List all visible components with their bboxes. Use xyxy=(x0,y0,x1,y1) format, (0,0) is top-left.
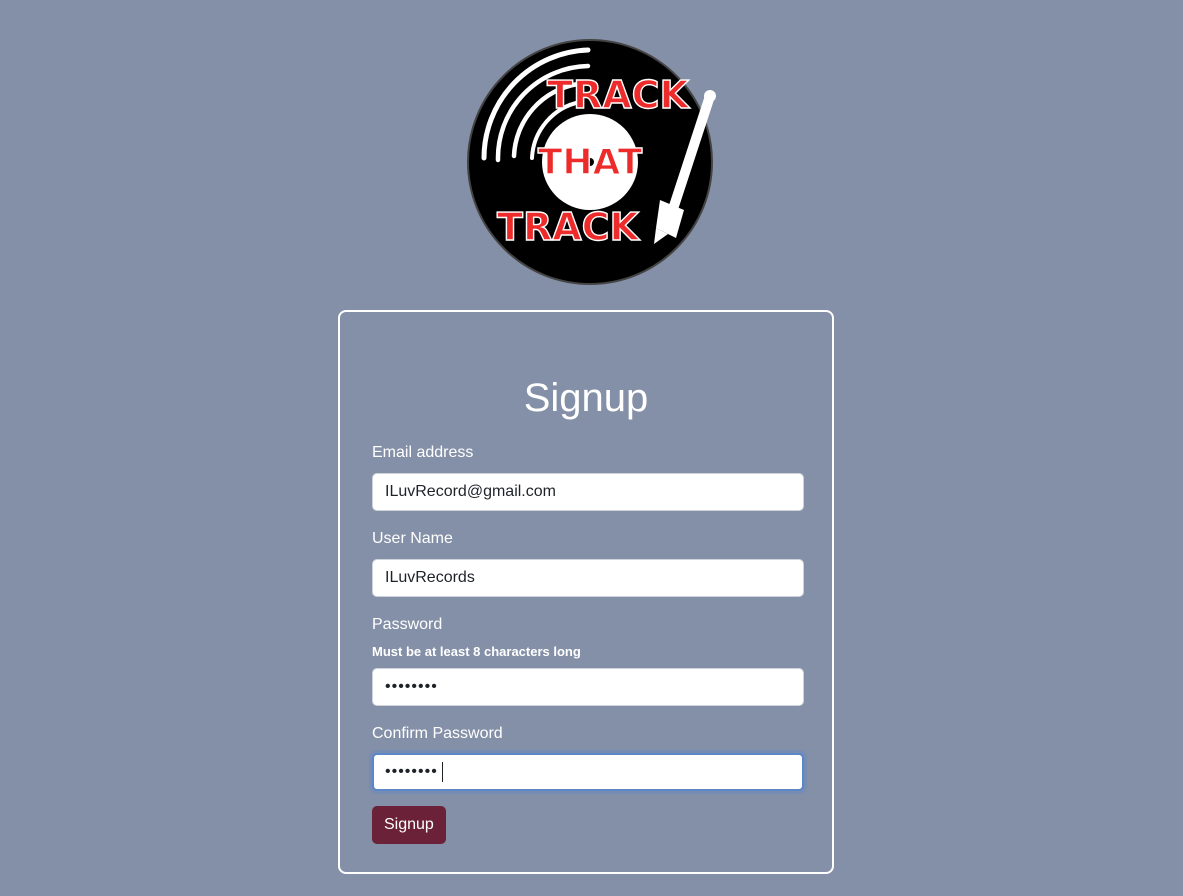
username-field[interactable] xyxy=(372,559,804,597)
email-field[interactable] xyxy=(372,473,804,511)
logo-text-line3: TRACK xyxy=(497,205,640,249)
password-field[interactable] xyxy=(372,668,804,706)
password-label: Password xyxy=(372,616,443,633)
logo-text-line1: TRACK xyxy=(547,73,690,117)
page-title: Signup xyxy=(523,376,649,420)
signup-form: Signup Email address User Name Password … xyxy=(338,310,834,874)
vinyl-record-icon: TRACK THAT TRACK xyxy=(467,39,716,285)
site-logo: TRACK THAT TRACK xyxy=(462,34,718,290)
password-help-text: Must be at least 8 characters long xyxy=(372,644,581,659)
username-label: User Name xyxy=(372,530,453,547)
signup-button[interactable]: Signup xyxy=(372,806,446,844)
text-caret xyxy=(442,762,443,782)
confirm-password-field[interactable] xyxy=(372,753,804,791)
logo-text-line2: THAT xyxy=(538,142,643,183)
confirm-password-label: Confirm Password xyxy=(372,725,503,742)
email-label: Email address xyxy=(372,444,474,461)
